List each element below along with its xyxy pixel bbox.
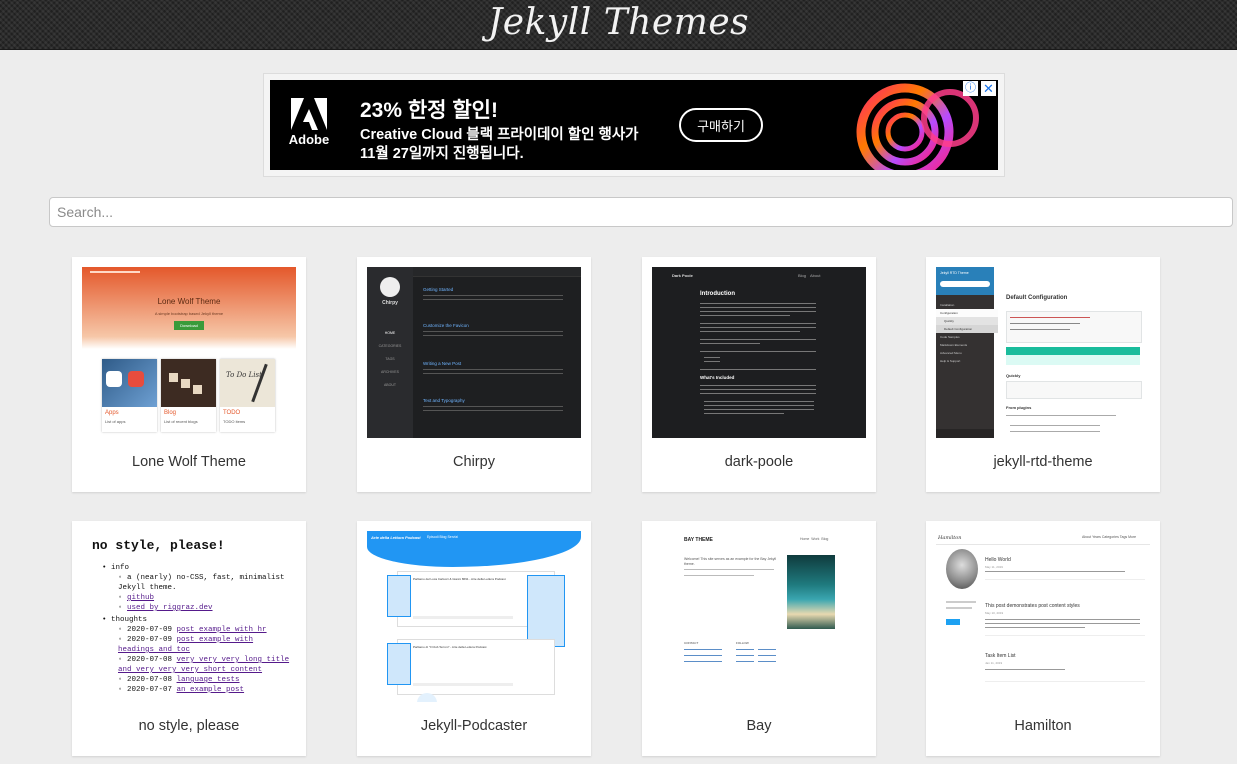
theme-preview-lone-wolf: Lone Wolf Theme A simple bootstrap based…	[82, 267, 296, 438]
search-input[interactable]	[49, 197, 1233, 227]
adobe-logo-icon	[291, 98, 327, 130]
theme-preview-chirpy: Chirpy HOME CATEGORIES TAGS ARCHIVES ABO…	[367, 267, 581, 438]
theme-preview-jekyll-podcaster: Arte della Lettura Podcast Episodi Blog …	[367, 531, 581, 702]
theme-card-jekyll-rtd-theme[interactable]: Jekyll RTD Theme Installation Configurat…	[926, 257, 1160, 492]
preview-tile: Apps List of apps	[102, 359, 157, 432]
theme-preview-jekyll-rtd: Jekyll RTD Theme Installation Configurat…	[936, 267, 1150, 438]
theme-name[interactable]: jekyll-rtd-theme	[926, 454, 1160, 470]
ad-close-icon[interactable]: ✕	[981, 81, 996, 96]
theme-name[interactable]: Chirpy	[357, 454, 591, 470]
theme-name[interactable]: dark-poole	[642, 454, 876, 470]
theme-card-dark-poole[interactable]: Dark Poole Blog About Introduction What'…	[642, 257, 876, 492]
ad-banner-frame: Adobe 23% 한정 할인! Creative Cloud 블랙 프라이데이…	[263, 73, 1005, 177]
theme-name[interactable]: Hamilton	[926, 718, 1160, 734]
theme-card-lone-wolf[interactable]: Lone Wolf Theme A simple bootstrap based…	[72, 257, 306, 492]
preview-subtitle: A simple bootstrap based Jekyll theme	[154, 311, 224, 316]
theme-card-jekyll-podcaster[interactable]: Arte della Lettura Podcast Episodi Blog …	[357, 521, 591, 756]
theme-preview-bay: BAY THEME Home Work Blog Welcome! This s…	[652, 531, 866, 702]
adobe-wordmark: Adobe	[288, 132, 330, 147]
theme-preview-hamilton: Hamilton About Years Categories Tags Mor…	[936, 531, 1150, 702]
theme-card-hamilton[interactable]: Hamilton About Years Categories Tags Mor…	[926, 521, 1160, 756]
theme-name[interactable]: Bay	[642, 718, 876, 734]
ad-info-icon[interactable]: ⓘ	[963, 81, 978, 96]
theme-card-chirpy[interactable]: Chirpy HOME CATEGORIES TAGS ARCHIVES ABO…	[357, 257, 591, 492]
theme-preview-dark-poole: Dark Poole Blog About Introduction What'…	[652, 267, 866, 438]
site-header: Jekyll Themes	[0, 0, 1237, 50]
preview-title: Lone Wolf Theme	[157, 297, 221, 306]
theme-card-no-style-please[interactable]: no style, please! • info ◦ a (nearly) no…	[72, 521, 306, 756]
ad-headline: 23% 한정 할인!	[360, 99, 498, 122]
theme-name[interactable]: Jekyll-Podcaster	[357, 718, 591, 734]
adobe-logo: Adobe	[284, 94, 334, 156]
theme-name[interactable]: Lone Wolf Theme	[72, 454, 306, 470]
ad-banner[interactable]: Adobe 23% 한정 할인! Creative Cloud 블랙 프라이데이…	[270, 80, 998, 170]
ad-line-1: Creative Cloud 블랙 프라이데이 할인 행사가	[360, 127, 639, 143]
theme-name[interactable]: no style, please	[72, 718, 306, 734]
ad-line-2: 11월 27일까지 진행됩니다.	[360, 146, 524, 162]
theme-card-bay[interactable]: BAY THEME Home Work Blog Welcome! This s…	[642, 521, 876, 756]
theme-preview-no-style-please: no style, please! • info ◦ a (nearly) no…	[82, 531, 296, 702]
preview-tile: Blog List of recent blogs	[161, 359, 216, 432]
ad-buy-button[interactable]: 구매하기	[679, 108, 763, 142]
preview-tile: To Do List TODO TODO items	[220, 359, 275, 432]
site-title[interactable]: Jekyll Themes	[0, 2, 1237, 43]
preview-download-button: Download	[174, 321, 204, 330]
